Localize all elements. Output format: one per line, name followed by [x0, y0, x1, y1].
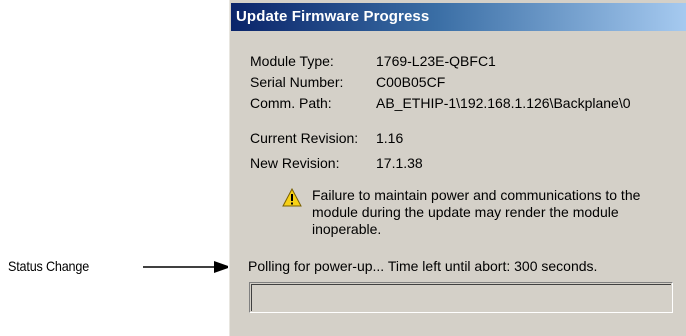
module-type-row: Module Type: 1769-L23E-QBFC1 — [250, 53, 496, 69]
current-revision-row: Current Revision: 1.16 — [250, 130, 403, 146]
serial-number-value: C00B05CF — [376, 74, 446, 90]
comm-path-row: Comm. Path: AB_ETHIP-1\192.168.1.126\Back… — [250, 95, 631, 111]
module-type-value: 1769-L23E-QBFC1 — [376, 53, 496, 69]
new-revision-value: 17.1.38 — [376, 155, 423, 171]
new-revision-label: New Revision: — [250, 155, 340, 171]
serial-number-row: Serial Number: C00B05CF — [250, 74, 445, 90]
current-revision-label: Current Revision: — [250, 130, 359, 146]
status-message: Polling for power-up... Time left until … — [248, 258, 598, 274]
callout-label: Status Change — [8, 258, 90, 274]
warning-triangle-icon — [282, 188, 302, 207]
serial-number-label: Serial Number: — [250, 74, 344, 90]
new-revision-row: New Revision: 17.1.38 — [250, 155, 423, 171]
comm-path-value: AB_ETHIP-1\192.168.1.126\Backplane\0 — [376, 95, 631, 111]
current-revision-value: 1.16 — [376, 130, 404, 146]
update-firmware-dialog: Update Firmware Progress Module Type: 176… — [228, 0, 686, 336]
comm-path-label: Comm. Path: — [250, 95, 332, 111]
progress-bar — [249, 282, 673, 313]
module-type-label: Module Type: — [250, 53, 334, 69]
warning-message: Failure to maintain power and communicat… — [312, 187, 641, 237]
